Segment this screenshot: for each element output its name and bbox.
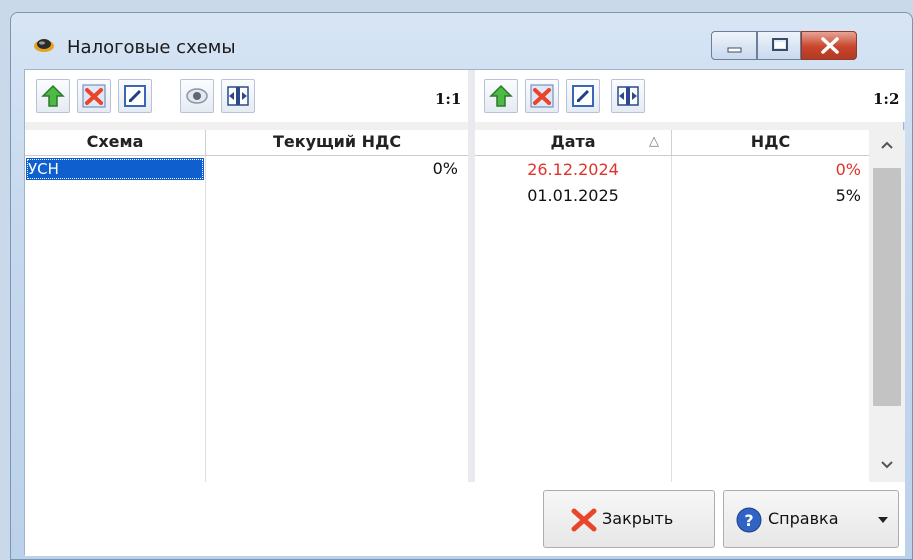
left-ratio-label: 1:1 — [435, 90, 462, 108]
close-button[interactable]: Закрыть — [543, 490, 715, 548]
add-button-right[interactable] — [484, 79, 518, 113]
table-row-vat-cell[interactable]: 5% — [836, 186, 861, 206]
help-button-label: Справка — [768, 509, 839, 528]
table-row-date-cell[interactable]: 01.01.2025 — [475, 186, 671, 206]
minimize-button[interactable] — [711, 31, 757, 60]
column-header-scheme[interactable]: Схема — [25, 130, 205, 156]
table-row-scheme-cell[interactable]: УСН — [26, 158, 204, 180]
edit-button-right[interactable] — [566, 79, 600, 113]
table-row-date-cell[interactable]: 26.12.2024 — [475, 160, 671, 180]
column-separator — [205, 156, 206, 482]
button-bar: Закрыть ? Справка — [25, 482, 905, 556]
app-icon — [34, 39, 54, 52]
column-separator — [671, 156, 672, 482]
delete-icon — [530, 84, 554, 108]
help-button[interactable]: ? Справка — [723, 490, 899, 548]
delete-button-right[interactable] — [525, 79, 559, 113]
edit-icon — [572, 85, 594, 107]
schemes-grid[interactable]: Схема Текущий НДС УСН 0% — [25, 130, 468, 482]
svg-text:?: ? — [744, 511, 753, 530]
dialog-window: Налоговые схемы 1:1 1:2 Схема Текущий НД… — [10, 12, 913, 560]
panel-splitter[interactable] — [468, 70, 475, 482]
scrollbar-thumb[interactable] — [873, 168, 901, 406]
add-up-arrow-icon — [489, 84, 513, 107]
close-button-label: Закрыть — [602, 509, 674, 528]
rates-grid[interactable]: Дата △ НДС 26.12.2024 0% 01.01.2025 5% — [475, 130, 869, 482]
scroll-up-arrow-icon[interactable] — [880, 140, 894, 150]
dropdown-arrow-icon[interactable] — [878, 517, 888, 523]
table-row-vat-cell[interactable]: 0% — [836, 160, 861, 180]
minimize-icon — [727, 47, 742, 53]
close-window-button[interactable] — [801, 31, 857, 60]
vertical-scrollbar[interactable] — [869, 130, 905, 482]
split-columns-icon — [227, 86, 249, 106]
column-header-date[interactable]: Дата △ — [475, 130, 671, 156]
title-bar: Налоговые схемы — [11, 13, 912, 71]
dialog-content: 1:1 1:2 Схема Текущий НДС УСН 0% Дата △ … — [24, 69, 905, 556]
add-up-arrow-icon — [41, 84, 65, 107]
date-header-label: Дата — [550, 132, 596, 151]
column-header-current-vat[interactable]: Текущий НДС — [206, 130, 468, 156]
split-button-right[interactable] — [611, 79, 645, 113]
split-button-left[interactable] — [221, 79, 255, 113]
view-button-left[interactable] — [180, 79, 214, 113]
close-x-icon — [571, 508, 597, 532]
scroll-down-arrow-icon[interactable] — [880, 460, 894, 470]
close-icon — [821, 37, 839, 54]
sort-ascending-icon: △ — [649, 134, 659, 149]
maximize-button[interactable] — [757, 31, 801, 60]
window-title: Налоговые схемы — [67, 37, 236, 58]
table-row-vat-cell[interactable]: 0% — [433, 159, 458, 179]
edit-button-left[interactable] — [118, 79, 152, 113]
split-columns-icon — [617, 86, 639, 106]
delete-button-left[interactable] — [77, 79, 111, 113]
add-button-left[interactable] — [36, 79, 70, 113]
column-header-vat[interactable]: НДС — [672, 130, 869, 156]
help-icon: ? — [736, 507, 762, 533]
right-ratio-label: 1:2 — [873, 90, 900, 108]
eye-icon — [186, 88, 208, 104]
edit-icon — [124, 85, 146, 107]
delete-icon — [82, 84, 106, 108]
right-toolbar: 1:2 — [475, 70, 905, 122]
left-toolbar: 1:1 — [25, 70, 468, 122]
maximize-icon — [772, 38, 788, 51]
